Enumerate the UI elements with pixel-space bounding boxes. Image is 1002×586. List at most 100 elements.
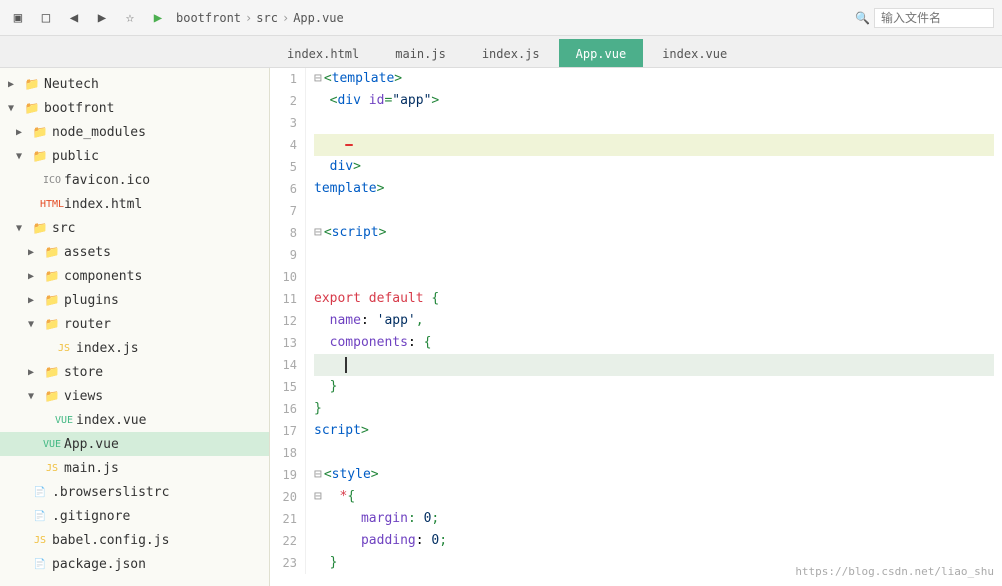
run-icon[interactable]: ▶	[148, 8, 168, 28]
sidebar-item-public[interactable]: ▼📁public	[0, 144, 269, 168]
sidebar: ▶📁Neutech▼📁bootfront▶📁node_modules▼📁publ…	[0, 68, 270, 586]
code-line-16: }	[314, 398, 994, 420]
code-line-2: <div id="app">	[314, 90, 994, 112]
sidebar-label-babel_config_js: babel.config.js	[52, 533, 169, 548]
sidebar-item-index_html[interactable]: HTMLindex.html	[0, 192, 269, 216]
sidebar-item-router_index_js[interactable]: JSindex.js	[0, 336, 269, 360]
collapse-marker[interactable]: ⊟	[314, 486, 322, 508]
sidebar-item-router[interactable]: ▼📁router	[0, 312, 269, 336]
code-token-attr-name: name	[330, 310, 361, 332]
code-token-tag-bracket: =	[384, 90, 392, 112]
breadcrumb-file[interactable]: App.vue	[293, 11, 344, 25]
folder-icon-src: 📁	[32, 220, 48, 236]
sidebar-item-browserslistrc[interactable]: 📄.browserslistrc	[0, 480, 269, 504]
code-line-21: margin: 0;	[314, 508, 994, 530]
code-token-sp	[314, 112, 345, 134]
sidebar-item-components[interactable]: ▶📁components	[0, 264, 269, 288]
breadcrumb-root[interactable]: bootfront	[176, 11, 241, 25]
sidebar-item-babel_config_js[interactable]: JS babel.config.js	[0, 528, 269, 552]
sidebar-item-app_vue[interactable]: VUEApp.vue	[0, 432, 269, 456]
sidebar-item-node_modules[interactable]: ▶📁node_modules	[0, 120, 269, 144]
code-token-tag: script	[314, 423, 361, 438]
sidebar-item-views[interactable]: ▼📁views	[0, 384, 269, 408]
line-number-15: 15	[274, 376, 297, 398]
folder-icon-bootfront: 📁	[24, 100, 40, 116]
main-area: ▶📁Neutech▼📁bootfront▶📁node_modules▼📁publ…	[0, 68, 1002, 586]
code-line-12: name: 'app',	[314, 310, 994, 332]
arrow-public: ▼	[16, 151, 30, 162]
collapse-marker[interactable]: ⊟	[314, 464, 322, 486]
router-view-tag	[345, 144, 353, 146]
sidebar-item-assets[interactable]: ▶📁assets	[0, 240, 269, 264]
sidebar-label-browserslistrc: .browserslistrc	[52, 485, 169, 500]
arrow-assets: ▶	[28, 247, 42, 258]
line-number-10: 10	[274, 266, 297, 288]
tab-index-html[interactable]: index.html	[270, 39, 376, 67]
code-token-tag-bracket: >	[353, 159, 361, 174]
sidebar-label-bootfront: bootfront	[44, 101, 114, 116]
sidebar-label-index_html: index.html	[64, 197, 142, 212]
code-line-14	[314, 354, 994, 376]
search-input[interactable]	[874, 8, 994, 28]
code-token-tag-bracket: :	[408, 508, 424, 530]
line-number-22: 22	[274, 530, 297, 552]
code-token-sp	[314, 552, 330, 574]
forward-icon[interactable]: ▶	[92, 8, 112, 28]
arrow-node_modules: ▶	[16, 127, 30, 138]
search-icon: 🔍	[855, 11, 870, 25]
sidebar-item-package_json[interactable]: 📄package.json	[0, 552, 269, 576]
tab-main-js[interactable]: main.js	[378, 39, 463, 67]
new-file-icon[interactable]: ▣	[8, 8, 28, 28]
file-icon-babel_config_js: JS	[32, 532, 48, 548]
tab-App-vue[interactable]: App.vue	[559, 39, 644, 67]
line-number-17: 17	[274, 420, 297, 442]
folder-icon-public: 📁	[32, 148, 48, 164]
code-token-sp: :	[408, 332, 424, 354]
sidebar-label-components: components	[64, 269, 142, 284]
breadcrumb-src[interactable]: src	[256, 11, 278, 25]
sidebar-label-router: router	[64, 317, 111, 332]
code-token-keyword: export	[314, 288, 361, 310]
code-line-19: ⊟<style>	[314, 464, 994, 486]
collapse-marker[interactable]: ⊟	[314, 222, 322, 244]
code-token-tag-bracket: <	[324, 68, 332, 90]
sidebar-item-views_index_vue[interactable]: VUEindex.vue	[0, 408, 269, 432]
file-icon-package_json: 📄	[32, 556, 48, 572]
sidebar-item-src[interactable]: ▼📁src	[0, 216, 269, 240]
code-token-tag-bracket: div>	[330, 156, 361, 178]
code-token-tag: div	[337, 90, 360, 112]
sidebar-label-neutech: Neutech	[44, 77, 99, 92]
line-number-8: 8	[274, 222, 297, 244]
sidebar-item-plugins[interactable]: ▶📁plugins	[0, 288, 269, 312]
sidebar-item-neutech[interactable]: ▶📁Neutech	[0, 72, 269, 96]
line-number-2: 2	[274, 90, 297, 112]
line-number-6: 6	[274, 178, 297, 200]
tab-index-js[interactable]: index.js	[465, 39, 557, 67]
sidebar-label-store: store	[64, 365, 103, 380]
code-token-sp	[424, 288, 432, 310]
code-line-11: export default {	[314, 288, 994, 310]
code-line-18	[314, 442, 994, 464]
sidebar-item-main_js[interactable]: JSmain.js	[0, 456, 269, 480]
save-icon[interactable]: □	[36, 8, 56, 28]
folder-icon-router: 📁	[44, 316, 60, 332]
code-token-tag-bracket: }	[330, 376, 338, 398]
code-token-tag: div	[330, 159, 353, 174]
editor[interactable]: 1234567891011121314151617181920212223 ⊟<…	[270, 68, 1002, 586]
code-token-sp	[314, 354, 345, 376]
code-token-tag: template	[332, 68, 395, 90]
sidebar-item-bootfront[interactable]: ▼📁bootfront	[0, 96, 269, 120]
code-token-string: 0	[424, 508, 432, 530]
code-token-sp	[361, 90, 369, 112]
sidebar-item-gitignore[interactable]: 📄.gitignore	[0, 504, 269, 528]
sidebar-item-store[interactable]: ▶📁store	[0, 360, 269, 384]
line-number-4: 4	[274, 134, 297, 156]
line-number-19: 19	[274, 464, 297, 486]
star-icon[interactable]: ☆	[120, 8, 140, 28]
code-token-tag-bracket: {	[424, 332, 432, 354]
tab-index-vue[interactable]: index.vue	[645, 39, 744, 67]
code-line-8: ⊟<script>	[314, 222, 994, 244]
collapse-marker[interactable]: ⊟	[314, 68, 322, 90]
sidebar-item-favicon_ico[interactable]: ICOfavicon.ico	[0, 168, 269, 192]
back-icon[interactable]: ◀	[64, 8, 84, 28]
